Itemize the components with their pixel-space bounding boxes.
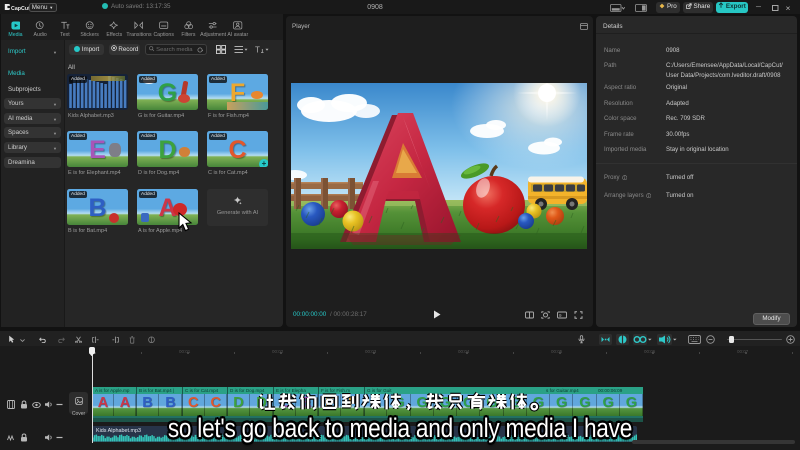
svg-text:T: T <box>255 45 260 54</box>
svg-text:CapCut: CapCut <box>11 6 30 12</box>
svg-text:9: 9 <box>559 313 562 318</box>
